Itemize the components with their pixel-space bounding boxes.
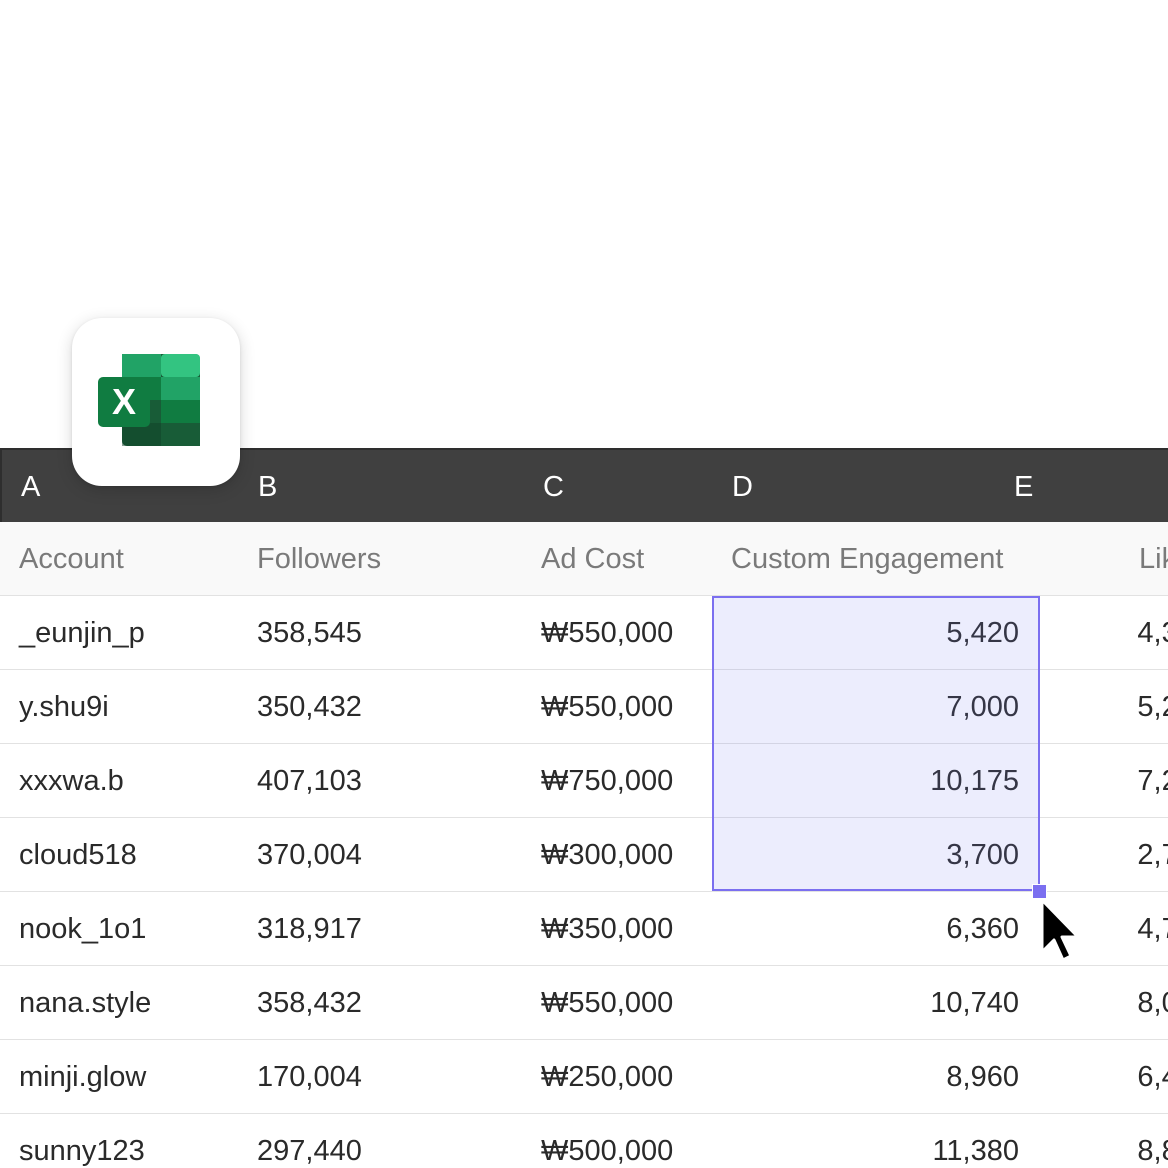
cell-engagement[interactable]: 5,420 [713, 596, 1019, 670]
cell-account[interactable]: _eunjin_p [19, 596, 145, 670]
column-header-e[interactable]: E [1014, 470, 1033, 504]
cell-account[interactable]: nana.style [19, 966, 151, 1040]
cell-likes[interactable]: 2,775 [1040, 818, 1168, 892]
cell-followers[interactable]: 350,432 [257, 670, 362, 744]
cell-ad-cost[interactable]: ₩300,000 [541, 818, 673, 892]
cell-followers[interactable]: 358,432 [257, 966, 362, 1040]
field-account[interactable]: Account [19, 522, 124, 596]
column-header-d[interactable]: D [732, 470, 753, 504]
cell-engagement[interactable]: 6,360 [713, 892, 1019, 966]
excel-app-icon[interactable]: X [72, 318, 240, 486]
column-header-c[interactable]: C [543, 470, 564, 504]
arrow-pointer-icon [1040, 898, 1080, 962]
cell-engagement[interactable]: 8,960 [713, 1040, 1019, 1114]
cell-followers[interactable]: 318,917 [257, 892, 362, 966]
excel-logo-icon: X [98, 354, 200, 446]
cell-account[interactable]: sunny123 [19, 1114, 145, 1168]
cell-likes[interactable]: 8,055 [1040, 966, 1168, 1040]
cell-ad-cost[interactable]: ₩750,000 [541, 744, 673, 818]
cell-engagement[interactable]: 10,175 [713, 744, 1019, 818]
table-row[interactable]: cloud518 370,004 ₩300,000 3,700 2,775 [0, 818, 1168, 892]
table-row[interactable]: y.shu9i 350,432 ₩550,000 7,000 5,250 [0, 670, 1168, 744]
table-row[interactable]: nana.style 358,432 ₩550,000 10,740 8,055 [0, 966, 1168, 1040]
cell-account[interactable]: y.shu9i [19, 670, 109, 744]
spreadsheet-stage: A B C D E Account Followers Ad Cost Cust… [0, 0, 1168, 1168]
table-row[interactable]: sunny123 297,440 ₩500,000 11,380 8,838 [0, 1114, 1168, 1168]
cell-account[interactable]: xxxwa.b [19, 744, 124, 818]
field-custom-engagement[interactable]: Custom Engagement [731, 522, 1003, 596]
column-header-a[interactable]: A [21, 470, 40, 504]
cell-ad-cost[interactable]: ₩550,000 [541, 966, 673, 1040]
cell-account[interactable]: nook_1o1 [19, 892, 146, 966]
cell-likes[interactable]: 6,440 [1040, 1040, 1168, 1114]
cell-engagement[interactable]: 11,380 [713, 1114, 1019, 1168]
cell-account[interactable]: minji.glow [19, 1040, 146, 1114]
table-row[interactable]: xxxwa.b 407,103 ₩750,000 10,175 7,208 [0, 744, 1168, 818]
table-row[interactable]: nook_1o1 318,917 ₩350,000 6,360 4,770 [0, 892, 1168, 966]
cell-engagement[interactable]: 10,740 [713, 966, 1019, 1040]
column-header-b[interactable]: B [258, 470, 277, 504]
cell-ad-cost[interactable]: ₩350,000 [541, 892, 673, 966]
cell-likes[interactable]: 7,208 [1040, 744, 1168, 818]
field-name-row: Account Followers Ad Cost Custom Engagem… [0, 522, 1168, 596]
cell-account[interactable]: cloud518 [19, 818, 137, 892]
table-row[interactable]: minji.glow 170,004 ₩250,000 8,960 6,440 [0, 1040, 1168, 1114]
cell-ad-cost[interactable]: ₩500,000 [541, 1114, 673, 1168]
field-followers[interactable]: Followers [257, 522, 381, 596]
cell-followers[interactable]: 358,545 [257, 596, 362, 670]
cell-likes[interactable]: 4,313 [1040, 596, 1168, 670]
cell-followers[interactable]: 370,004 [257, 818, 362, 892]
cell-engagement[interactable]: 3,700 [713, 818, 1019, 892]
table-row[interactable]: _eunjin_p 358,545 ₩550,000 5,420 4,313 [0, 596, 1168, 670]
cell-ad-cost[interactable]: ₩550,000 [541, 670, 673, 744]
cell-followers[interactable]: 170,004 [257, 1040, 362, 1114]
cell-followers[interactable]: 297,440 [257, 1114, 362, 1168]
cell-likes[interactable]: 5,250 [1040, 670, 1168, 744]
cell-ad-cost[interactable]: ₩250,000 [541, 1040, 673, 1114]
cell-engagement[interactable]: 7,000 [713, 670, 1019, 744]
field-likes[interactable]: Lik [1139, 522, 1168, 596]
field-ad-cost[interactable]: Ad Cost [541, 522, 644, 596]
cell-ad-cost[interactable]: ₩550,000 [541, 596, 673, 670]
cell-followers[interactable]: 407,103 [257, 744, 362, 818]
excel-logo-letter: X [112, 381, 136, 422]
cell-likes[interactable]: 8,838 [1040, 1114, 1168, 1168]
